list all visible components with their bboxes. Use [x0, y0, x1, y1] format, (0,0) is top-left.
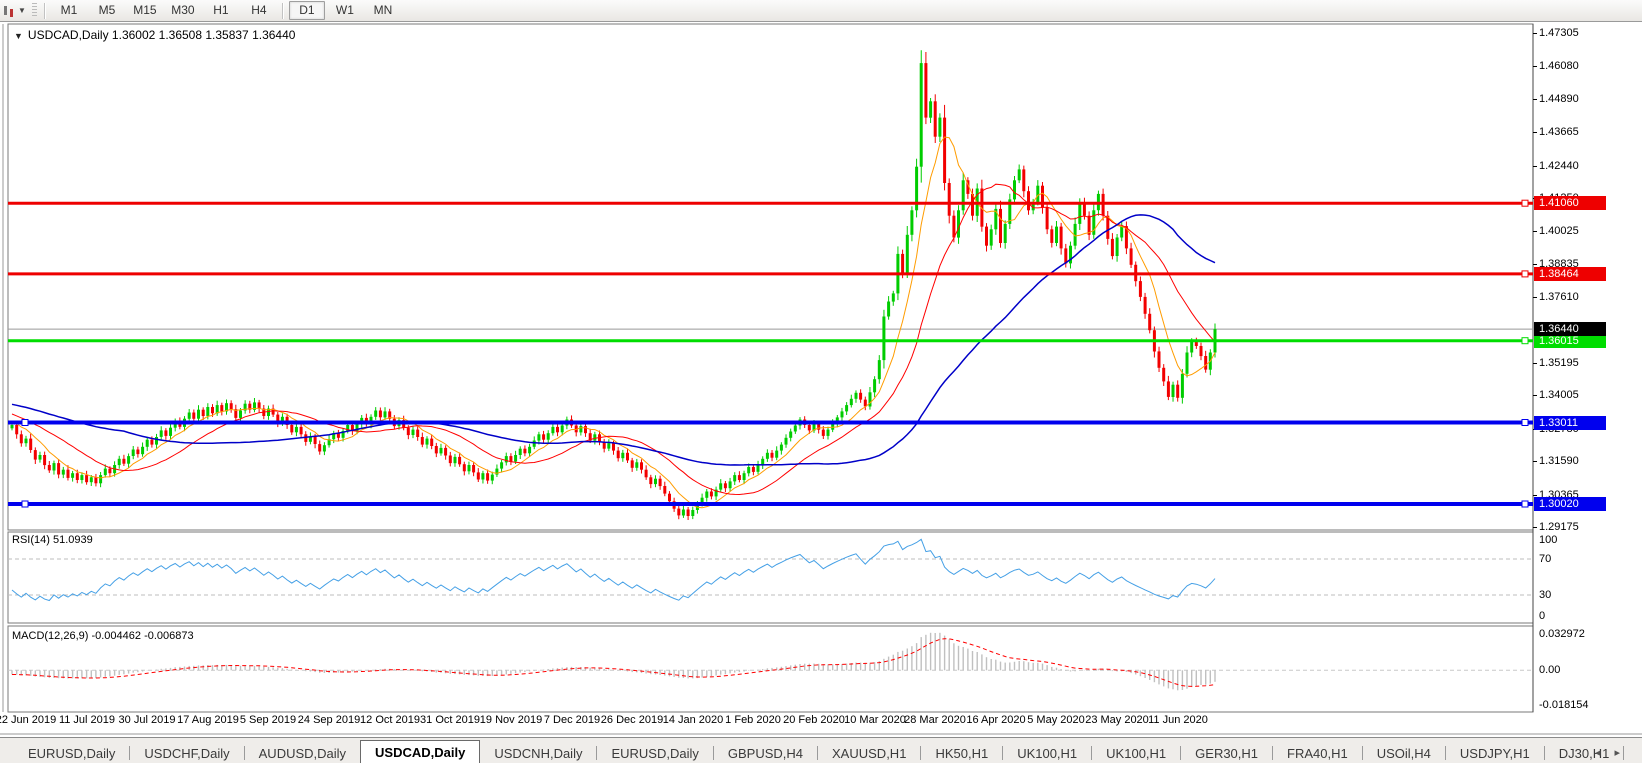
- price-tick-mark: [1533, 66, 1537, 67]
- date-tick-label: 12 Oct 2019: [360, 714, 420, 726]
- price-tick-mark: [1533, 264, 1537, 265]
- macd-axis-bottom: -0.018154: [1539, 699, 1589, 711]
- macd-axis-zero: 0.00: [1539, 664, 1561, 676]
- macd-pane-title: MACD(12,26,9) -0.004462 -0.006873: [12, 630, 194, 642]
- date-tick-label: 20 Feb 2020: [783, 714, 845, 726]
- timeframe-button-h1[interactable]: H1: [203, 1, 239, 20]
- price-tick-label: 1.42440: [1539, 160, 1579, 172]
- date-tick-label: 1 Feb 2020: [725, 714, 781, 726]
- tab-xauusd-h1[interactable]: XAUUSD,H1: [818, 743, 920, 763]
- price-tick-mark: [1533, 132, 1537, 133]
- timeframe-button-m5[interactable]: M5: [89, 1, 125, 20]
- tab-uk100-h1[interactable]: UK100,H1: [1003, 743, 1091, 763]
- price-tick-label: 1.34005: [1539, 389, 1579, 401]
- price-tick-label: 1.40025: [1539, 225, 1579, 237]
- tab-scroll-left-icon[interactable]: ◂: [1595, 747, 1615, 759]
- timeframe-button-d1[interactable]: D1: [288, 1, 325, 20]
- hline-price-badge: 1.33011: [1534, 416, 1606, 430]
- price-tick-mark: [1533, 297, 1537, 298]
- hline-price-badge: 1.36015: [1534, 334, 1606, 348]
- price-tick-label: 1.43665: [1539, 126, 1579, 138]
- hline-price-badge: 1.38464: [1534, 267, 1606, 281]
- date-tick-label: 24 Sep 2019: [297, 714, 361, 726]
- date-tick-label: 28 Mar 2020: [904, 714, 966, 726]
- tab-usdchf-daily[interactable]: USDCHF,Daily: [130, 743, 243, 763]
- tab-usdcnh-daily[interactable]: USDCNH,Daily: [480, 743, 596, 763]
- date-tick-label: 11 Jul 2019: [58, 714, 116, 726]
- price-tick-label: 1.31590: [1539, 455, 1579, 467]
- tab-eurusd-daily[interactable]: EURUSD,Daily: [597, 743, 712, 763]
- hline-price-badge: 1.30020: [1534, 497, 1606, 511]
- price-tick-mark: [1533, 363, 1537, 364]
- date-tick-label: 11 Jun 2020: [1148, 714, 1208, 726]
- toolbar-separator: [43, 2, 46, 19]
- price-tick-mark: [1533, 495, 1537, 496]
- date-tick-label: 19 Nov 2019: [479, 714, 543, 726]
- price-tick-mark: [1533, 461, 1537, 462]
- price-tick-label: 1.29175: [1539, 521, 1579, 533]
- rsi-axis-label: 70: [1539, 553, 1552, 565]
- tab-usdjpy-h1[interactable]: USDJPY,H1: [1446, 743, 1544, 763]
- tab-eurusd-daily[interactable]: EURUSD,Daily: [14, 743, 129, 763]
- price-tick-mark: [1533, 395, 1537, 396]
- date-tick-label: 31 Oct 2019: [420, 714, 480, 726]
- price-tick-mark: [1533, 527, 1537, 528]
- hline-price-badge: 1.41060: [1534, 196, 1606, 210]
- price-tick-label: 1.46080: [1539, 60, 1579, 72]
- price-tick-label: 1.47305: [1539, 27, 1579, 39]
- tab-fra40-h1[interactable]: FRA40,H1: [1273, 743, 1362, 763]
- tab-ger30-h1[interactable]: GER30,H1: [1181, 743, 1272, 763]
- current-price-badge: 1.36440: [1534, 322, 1606, 336]
- price-tick-label: 1.35195: [1539, 357, 1579, 369]
- chart-title: ▼ USDCAD,Daily 1.36002 1.36508 1.35837 1.…: [14, 28, 295, 42]
- tab-usdcad-daily[interactable]: USDCAD,Daily: [360, 740, 481, 763]
- price-tick-mark: [1533, 99, 1537, 100]
- date-tick-label: 22 Jun 2019: [0, 714, 57, 726]
- timeframe-button-m30[interactable]: M30: [165, 1, 201, 20]
- date-tick-label: 5 Sep 2019: [239, 714, 297, 726]
- timeframe-button-h4[interactable]: H4: [241, 1, 277, 20]
- tab-hk50-h1[interactable]: HK50,H1: [921, 743, 1002, 763]
- price-chart-plot[interactable]: [0, 22, 1642, 736]
- chevron-down-icon[interactable]: ▼: [18, 6, 26, 15]
- rsi-axis-label: 100: [1539, 534, 1558, 546]
- timeframe-button-m1[interactable]: M1: [51, 1, 87, 20]
- price-tick-mark: [1533, 166, 1537, 167]
- toolbar-separator: [281, 2, 284, 19]
- macd-axis-top: 0.032972: [1539, 628, 1585, 640]
- tab-uk100-h1[interactable]: UK100,H1: [1092, 743, 1180, 763]
- date-tick-label: 14 Jan 2020: [662, 714, 724, 726]
- price-tick-label: 1.44890: [1539, 93, 1579, 105]
- tab-scroll-arrows[interactable]: ◂▸: [1595, 746, 1634, 759]
- price-tick-mark: [1533, 33, 1537, 34]
- chart-title-text: USDCAD,Daily 1.36002 1.36508 1.35837 1.3…: [27, 28, 296, 42]
- timeframe-button-m15[interactable]: M15: [127, 1, 163, 20]
- date-tick-label: 16 Apr 2020: [966, 714, 1026, 726]
- chart-area: ▼ USDCAD,Daily 1.36002 1.36508 1.35837 1.…: [0, 22, 1642, 736]
- toolbar-drag-handle[interactable]: [31, 3, 37, 18]
- price-tick-mark: [1533, 231, 1537, 232]
- timeframe-button-w1[interactable]: W1: [327, 1, 363, 20]
- rsi-pane-title: RSI(14) 51.0939: [12, 534, 93, 546]
- tab-gbpusd-h4[interactable]: GBPUSD,H4: [714, 743, 817, 763]
- chart-context-caret-icon[interactable]: ▼: [14, 31, 23, 41]
- price-tick-label: 1.37610: [1539, 291, 1579, 303]
- date-tick-label: 17 Aug 2019: [177, 714, 239, 726]
- chart-bars-icon[interactable]: [2, 4, 16, 18]
- date-tick-label: 10 Mar 2020: [844, 714, 906, 726]
- timeframe-button-mn[interactable]: MN: [365, 1, 401, 20]
- chart-tab-bar: EURUSD,Daily USDCHF,Daily AUDUSD,Daily USDC…: [0, 737, 1642, 763]
- date-tick-label: 23 May 2020: [1085, 714, 1149, 726]
- tab-usoil-h4[interactable]: USOil,H4: [1363, 743, 1445, 763]
- mt4-window: ▼ M1 M5 M15 M30 H1 H4 D1 W1 MN ▼ USDCAD,Daily 1.3…: [0, 0, 1642, 763]
- rsi-axis-label: 30: [1539, 589, 1552, 601]
- rsi-axis-label: 0: [1539, 610, 1546, 622]
- tab-audusd-daily[interactable]: AUDUSD,Daily: [245, 743, 360, 763]
- date-tick-label: 7 Dec 2019: [543, 714, 601, 726]
- date-tick-label: 26 Dec 2019: [600, 714, 664, 726]
- timeframe-toolbar: ▼ M1 M5 M15 M30 H1 H4 D1 W1 MN: [0, 0, 1642, 22]
- date-tick-label: 30 Jul 2019: [118, 714, 176, 726]
- tab-scroll-right-icon[interactable]: ▸: [1614, 747, 1634, 759]
- date-tick-label: 5 May 2020: [1027, 714, 1085, 726]
